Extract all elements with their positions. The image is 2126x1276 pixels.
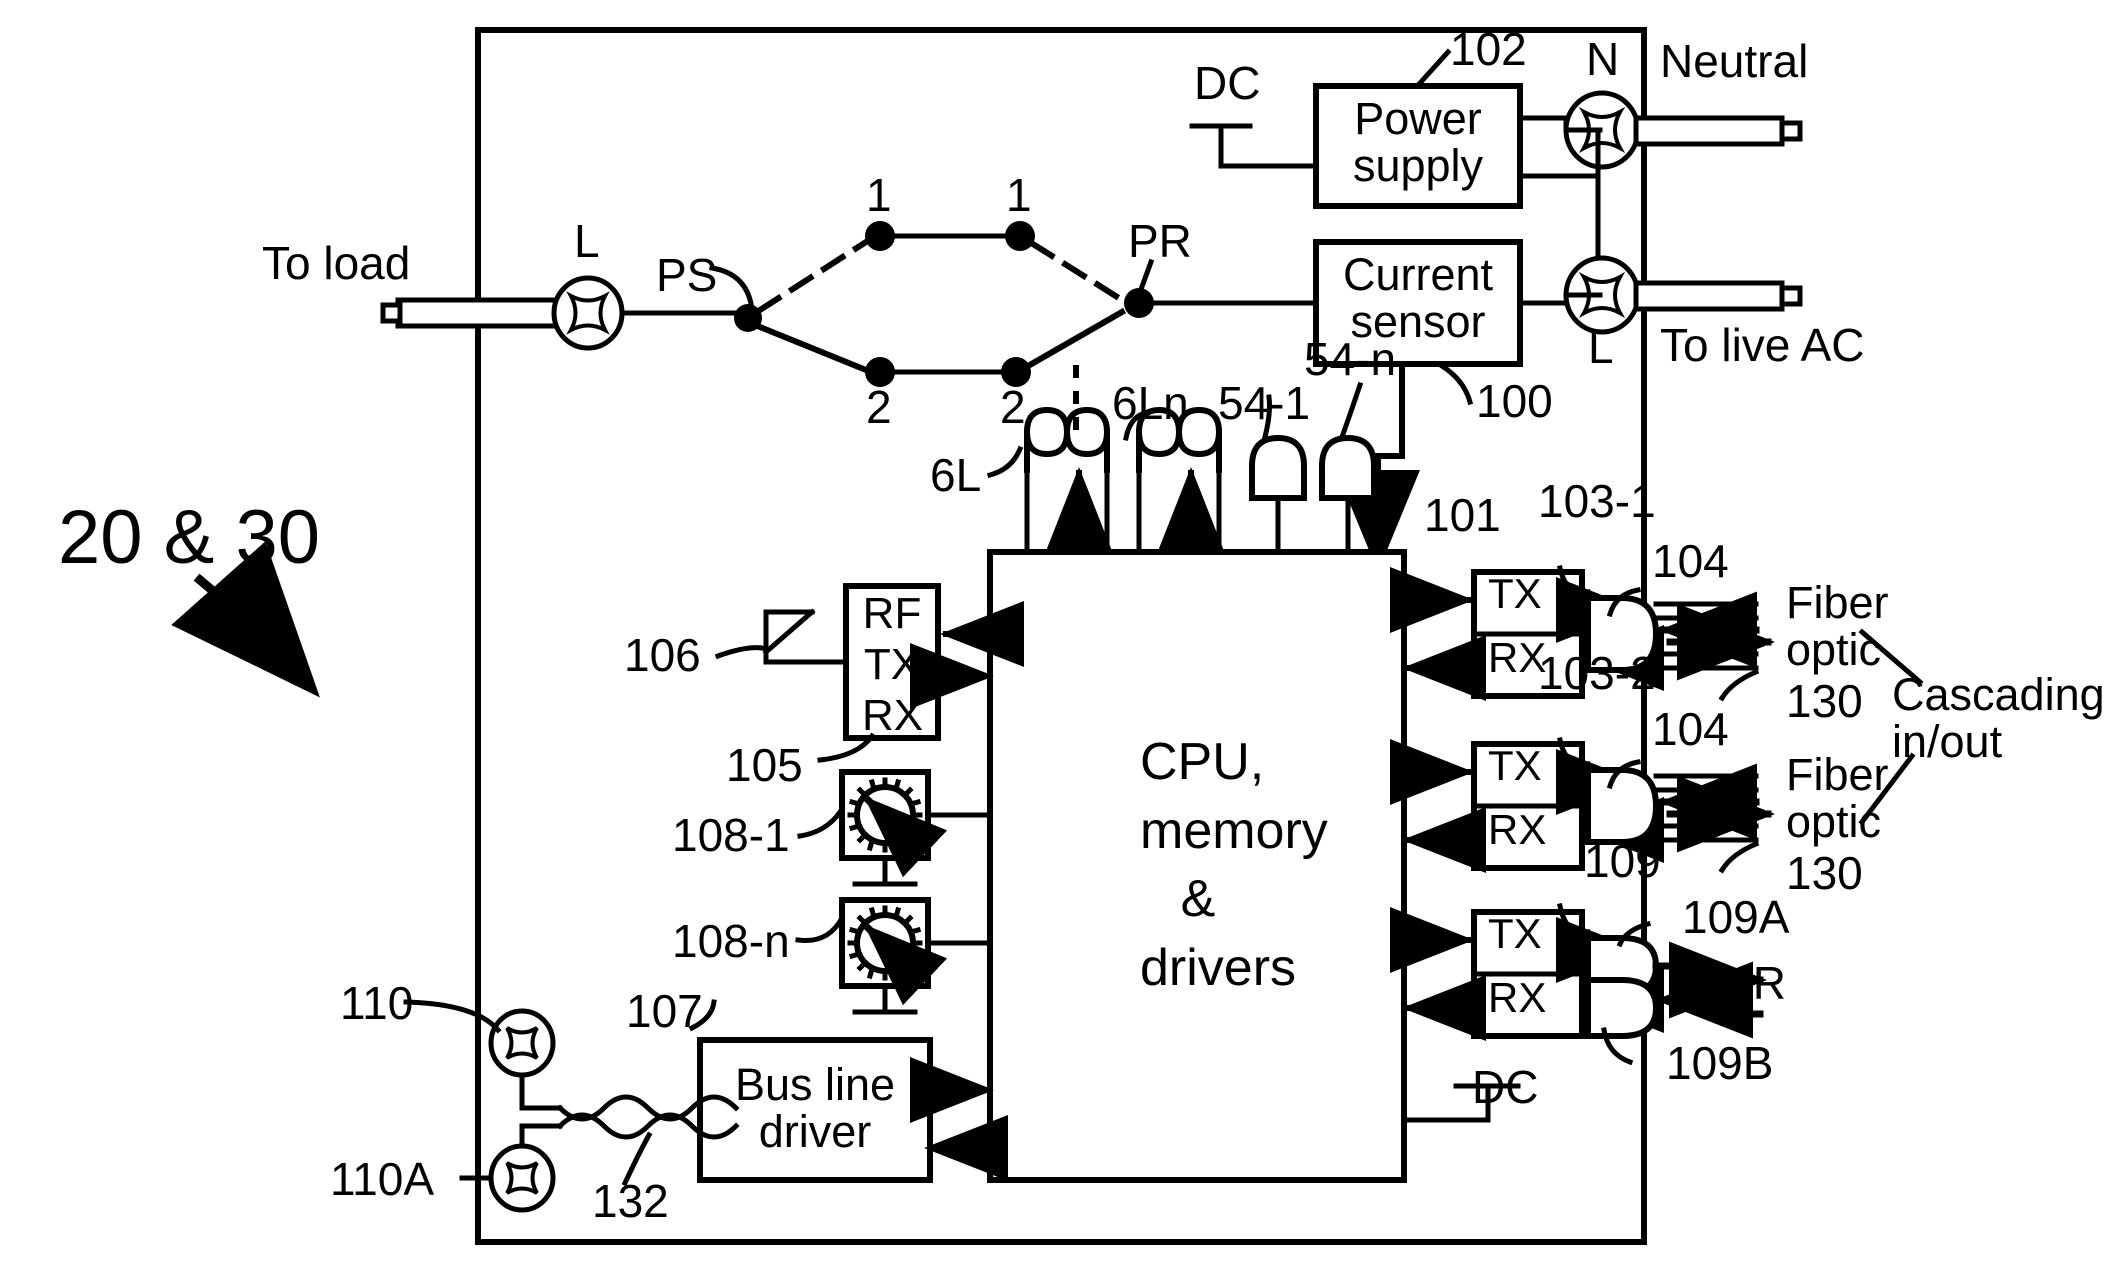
ps-label: PS — [656, 249, 718, 301]
coil-6ln-label: 6Ln — [1112, 377, 1189, 429]
ir-media-label: IR — [1740, 957, 1786, 1009]
pr-label: PR — [1128, 215, 1192, 267]
transceiver-103-1-tx: TX — [1488, 570, 1542, 617]
power-supply-ref: 102 — [1450, 23, 1527, 75]
current-sensor-block-label: Current sensor — [1342, 249, 1494, 347]
transceiver-103-2-tx: TX — [1488, 742, 1542, 789]
cascading-in-out-label: Cascading in/out — [1892, 669, 2105, 767]
dial-108-n-ref: 108-n — [672, 915, 790, 967]
live-terminal-marker: L — [1588, 321, 1614, 373]
figure-reference-label: 20 & 30 — [58, 495, 320, 580]
neutral-label: Neutral — [1660, 35, 1809, 87]
sensor-54-n-label: 54-n — [1304, 333, 1397, 385]
neutral-terminal-marker: N — [1586, 33, 1620, 85]
bus-line-driver-ref: 107 — [626, 985, 703, 1037]
patent-figure: To load L PS PR 1 1 2 2 DC 102 Power sup… — [0, 0, 2126, 1276]
fiber-optic-ref-130-1: 130 — [1786, 675, 1863, 727]
power-supply-block-label: Power supply — [1352, 93, 1484, 191]
terminal-110a-ref: 110A — [330, 1153, 435, 1205]
current-sensor-ref: 100 — [1476, 375, 1553, 427]
switch-contact-1-left: 1 — [866, 169, 892, 221]
dc-label-power-supply: DC — [1194, 57, 1261, 109]
terminal-110-ref: 110 — [340, 977, 414, 1029]
bus-line-driver-label: Bus line driver — [734, 1059, 896, 1157]
sensor-54-1-label: 54-1 — [1218, 377, 1311, 429]
connector-104-ref-2: 104 — [1652, 703, 1729, 755]
fiber-optic-label-2: Fiber optic — [1786, 749, 1889, 847]
transceiver-103-1-ref: 103-1 — [1538, 475, 1656, 527]
transceiver-103-1-rx: RX — [1488, 634, 1547, 681]
transceiver-109-ref: 109 — [1584, 835, 1661, 887]
ir-receiver-109b-ref: 109B — [1666, 1037, 1774, 1089]
to-live-ac-label: To live AC — [1660, 319, 1865, 371]
rf-module-label: RF TX RX — [862, 589, 924, 741]
transceiver-109-rx: RX — [1488, 974, 1547, 1021]
rf-module-ref: 105 — [726, 739, 803, 791]
to-load-label: To load — [262, 237, 411, 289]
fiber-optic-ref-130-2: 130 — [1786, 847, 1863, 899]
cpu-bus-ref: 101 — [1424, 489, 1501, 541]
switch-contact-2-left: 2 — [866, 381, 892, 433]
fiber-optic-label-1: Fiber optic — [1786, 577, 1889, 675]
dial-108-1-ref: 108-1 — [672, 809, 790, 861]
cpu-block-label: CPU, memory & drivers — [1140, 733, 1328, 997]
ir-emitter-109a-ref: 109A — [1682, 891, 1790, 943]
switch-contact-2-right: 2 — [1000, 381, 1026, 433]
transceiver-109-tx: TX — [1488, 910, 1542, 957]
terminal-l-left-label: L — [574, 215, 600, 267]
transceiver-103-2-rx: RX — [1488, 806, 1547, 853]
antenna-ref: 106 — [624, 629, 701, 681]
dc-label-cpu: DC — [1472, 1061, 1539, 1113]
twisted-pair-ref: 132 — [592, 1175, 669, 1227]
connector-104-ref-1: 104 — [1652, 535, 1729, 587]
switch-contact-1-right: 1 — [1006, 169, 1032, 221]
transceiver-103-2-ref: 103-2 — [1538, 647, 1656, 699]
coil-6l-label: 6L — [930, 449, 982, 501]
